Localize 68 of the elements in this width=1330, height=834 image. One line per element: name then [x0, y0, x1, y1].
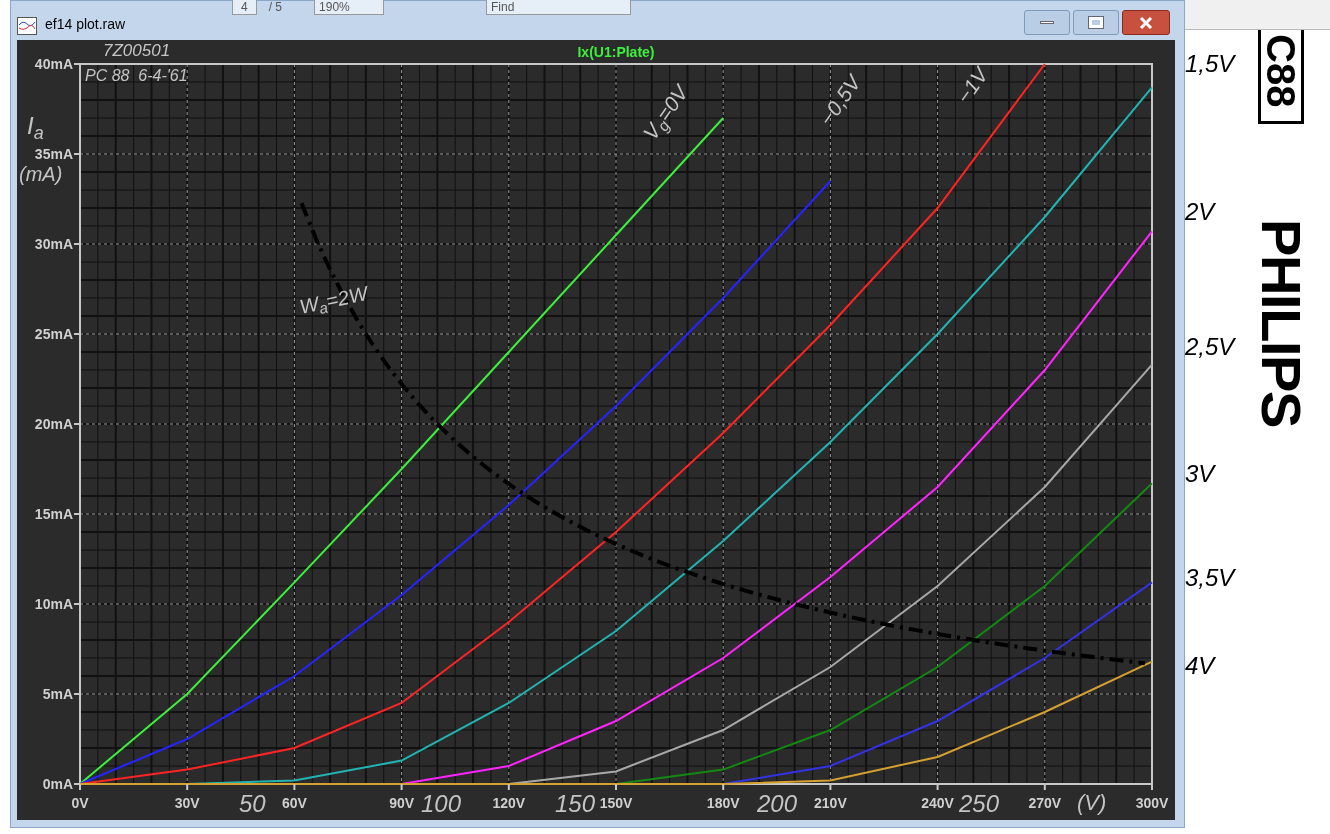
x-tick-label: 300V	[1135, 783, 1169, 811]
x-tick-label: 240V	[921, 783, 954, 811]
datasheet-curve-label: 3,5V	[1185, 566, 1237, 590]
tube-type-label: C88	[1258, 30, 1304, 125]
scan-axis-number: 150	[555, 792, 596, 816]
y-tick-label: 35mA	[34, 146, 81, 162]
x-tick-label: 240V	[921, 795, 955, 811]
datasheet-curve-label: 3V	[1185, 462, 1217, 486]
x-tick-label: 90V	[389, 795, 415, 811]
y-tick-label: 25mA	[34, 326, 73, 342]
window-title: ef14 plot.raw	[45, 15, 126, 34]
x-tick-label: 150V	[599, 783, 633, 811]
y-tick-label: 10mA	[34, 596, 81, 612]
x-tick-label: 180V	[706, 783, 740, 811]
y-tick-label: 10mA	[34, 596, 73, 612]
close-icon	[1139, 16, 1153, 29]
scan-note-text: PC 88 6-4-'61	[85, 68, 188, 84]
x-tick-label: 60V	[281, 795, 308, 811]
brand-wordmark: PHILIPS	[1253, 219, 1309, 428]
scan-axis-label: I$_{a}$	[27, 114, 44, 138]
y-tick-label: 15mA	[34, 506, 73, 522]
plot-window-icon	[17, 17, 37, 35]
scan-unit-label: (V)	[1077, 792, 1107, 814]
scan-axis-number: 100	[421, 792, 462, 816]
y-tick-label: 40mA	[34, 56, 81, 72]
x-tick-label: 60V	[281, 783, 307, 811]
datasheet-curve-label: 4V	[1185, 654, 1217, 678]
y-tick-label: 25mA	[34, 326, 81, 342]
find-field[interactable]: Find	[486, 0, 632, 15]
x-tick-label: 210V	[814, 795, 848, 811]
datasheet-curve-label: 1,5V	[1185, 52, 1237, 76]
x-tick-label: 270V	[1028, 783, 1062, 811]
trace-title: Ix(U1:Plate)	[577, 44, 655, 60]
page-number: 4	[232, 0, 257, 15]
scan-unit-label: (mA)	[19, 164, 63, 184]
y-tick-label: 15mA	[34, 506, 81, 522]
x-tick-label: 270V	[1028, 795, 1062, 811]
datasheet-curve-label: 2V	[1185, 200, 1217, 224]
x-tick-label: 180V	[706, 795, 741, 811]
y-tick-label: 30mA	[34, 236, 73, 252]
y-tick-label: 0mA	[42, 776, 73, 792]
x-tick-label: 30V	[174, 783, 200, 811]
scan-axis-number: 50	[239, 792, 266, 816]
x-tick-label: 30V	[174, 795, 201, 811]
scan-axis-number: 250	[959, 792, 1000, 816]
scan-axis-number: 200	[757, 792, 798, 816]
y-tick-label: 20mA	[34, 416, 81, 432]
y-tick-label: 5mA	[42, 686, 81, 702]
zoom-field[interactable]: 190%	[314, 0, 385, 15]
page-count: / 5	[268, 1, 283, 13]
scan-code-text: 7Z00501	[103, 42, 171, 59]
datasheet-curve-label: 2,5V	[1185, 335, 1237, 359]
x-tick-label: 0V	[71, 795, 90, 811]
y-tick-label: 0mA	[42, 776, 81, 792]
close-button[interactable]	[1122, 10, 1170, 35]
x-tick-label: 90V	[389, 783, 415, 811]
x-tick-label: 210V	[814, 783, 847, 811]
y-tick-label: 5mA	[42, 686, 73, 702]
maximize-button[interactable]	[1073, 10, 1119, 35]
minimize-button[interactable]	[1024, 10, 1070, 35]
y-tick-label: 35mA	[34, 146, 73, 162]
y-tick-label: 30mA	[34, 236, 81, 252]
x-tick-label: 150V	[599, 795, 634, 811]
x-tick-label: 120V	[492, 783, 526, 811]
y-tick-label: 20mA	[34, 416, 73, 432]
x-tick-label: 120V	[492, 795, 526, 811]
x-tick-label: 300V	[1135, 795, 1170, 811]
y-tick-label: 40mA	[34, 56, 73, 72]
